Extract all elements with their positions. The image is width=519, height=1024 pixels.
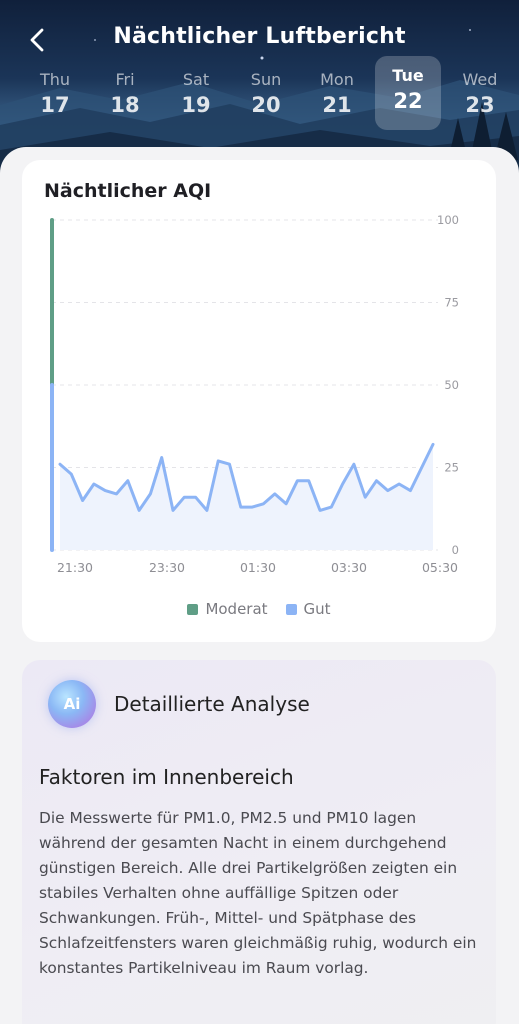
- day-tab-date: 19: [181, 93, 211, 117]
- night-air-report-screen: Nächtlicher Luftbericht Thu 17 Fri 18 Sa…: [0, 0, 519, 1024]
- section-heading: Faktoren im Innenbereich: [39, 765, 294, 789]
- day-tab-date: 17: [40, 93, 70, 117]
- legend-label: Moderat: [205, 600, 268, 618]
- legend-item-moderat: Moderat: [187, 600, 268, 618]
- y-tick-label: 25: [444, 461, 459, 475]
- x-tick-label: 05:30: [422, 560, 458, 575]
- legend-label: Gut: [303, 600, 331, 618]
- day-tab-name: Fri: [115, 70, 135, 89]
- day-tab-wed[interactable]: Wed 23: [447, 60, 513, 134]
- day-tab-thu[interactable]: Thu 17: [22, 60, 88, 134]
- chart-legend: Moderat Gut: [22, 600, 496, 618]
- series-area-gut: [60, 444, 433, 550]
- day-tab-name: Mon: [320, 70, 354, 89]
- day-tab-name: Wed: [462, 70, 498, 89]
- x-tick-label: 23:30: [149, 560, 185, 575]
- analysis-title: Detaillierte Analyse: [114, 692, 310, 716]
- day-tab-date: 20: [251, 93, 281, 117]
- y-tick-label: 0: [452, 543, 459, 557]
- day-tab-date: 23: [465, 93, 495, 117]
- day-tab-name: Sat: [182, 70, 210, 89]
- y-tick-label: 50: [444, 378, 459, 392]
- day-tab-date: 22: [393, 89, 423, 113]
- y-tick-label: 75: [444, 296, 459, 310]
- day-tab-name: Tue: [392, 66, 424, 85]
- x-tick-label: 03:30: [331, 560, 367, 575]
- x-tick-label: 21:30: [57, 560, 93, 575]
- aqi-chart-card: Nächtlicher AQI 100 75 50 25 0 21:30 23:30 01:3…: [22, 160, 496, 642]
- day-tab-sun[interactable]: Sun 20: [233, 60, 299, 134]
- day-tab-date: 18: [110, 93, 140, 117]
- aqi-chart: 100 75 50 25 0 21:30 23:30 01:30 03:30 05:30: [50, 213, 459, 575]
- day-selector: Thu 17 Fri 18 Sat 19 Sun 20 Mon 21 Tue 2…: [0, 56, 519, 130]
- x-tick-label: 01:30: [240, 560, 276, 575]
- day-tab-tue[interactable]: Tue 22: [375, 56, 441, 130]
- page-title: Nächtlicher Luftbericht: [113, 24, 406, 49]
- day-tab-fri[interactable]: Fri 18: [92, 60, 158, 134]
- analysis-body-text: Die Messwerte für PM1.0, PM2.5 und PM10 …: [39, 809, 477, 977]
- y-tick-label: 100: [437, 213, 459, 227]
- analysis-card: Ai Detaillierte Analyse Faktoren im Inne…: [22, 660, 496, 1024]
- legend-swatch-moderat: [187, 603, 199, 615]
- ai-badge-icon: Ai: [48, 680, 96, 728]
- day-tab-date: 21: [322, 93, 352, 117]
- day-tab-mon[interactable]: Mon 21: [304, 60, 370, 134]
- day-tab-name: Thu: [39, 70, 71, 89]
- legend-item-gut: Gut: [285, 600, 331, 618]
- day-tab-name: Sun: [250, 70, 282, 89]
- day-tab-sat[interactable]: Sat 19: [163, 60, 229, 134]
- legend-swatch-gut: [285, 603, 297, 615]
